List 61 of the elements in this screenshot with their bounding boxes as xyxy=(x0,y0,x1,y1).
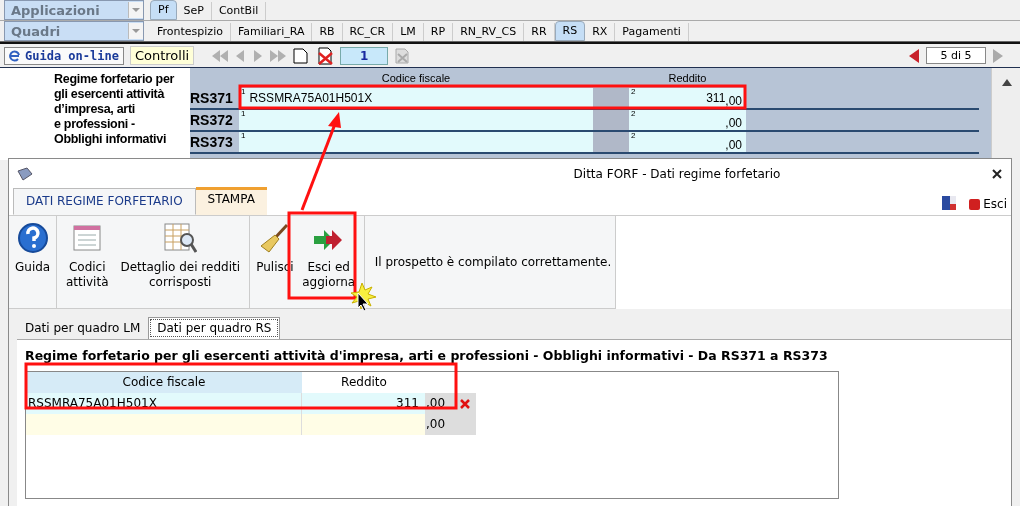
tab[interactable]: Dati per quadro RS xyxy=(148,317,281,339)
row-code: RS372 xyxy=(190,111,234,130)
page-number-field[interactable]: 1 xyxy=(340,46,389,65)
tab[interactable]: RC_CR xyxy=(342,23,394,41)
tab[interactable]: SeP xyxy=(176,2,212,20)
tab[interactable]: Pf xyxy=(150,0,177,20)
field-spacer xyxy=(593,110,629,130)
section-title: Regime forfetario per gli esercenti attività d'impresa, arti e professioni - Obblighi informativi - Da RS371 a RS373 xyxy=(25,348,829,363)
column-header: Codice fiscale xyxy=(380,72,452,84)
next-arrow-icon[interactable] xyxy=(992,47,1004,64)
tab[interactable]: Frontespizio xyxy=(150,23,231,41)
tab[interactable]: LM xyxy=(393,23,424,41)
delete-icon[interactable] xyxy=(460,398,470,409)
status-message: Il prospetto è compilato correttamente. xyxy=(374,255,612,269)
form-section-title: Regime forfetario per gli esercenti attività d’impresa, arti e professioni - Obblighi informativi xyxy=(0,68,190,160)
page-counter: 5 di 5 xyxy=(926,47,986,64)
browser-icon xyxy=(9,49,21,62)
tab[interactable]: RB xyxy=(312,23,343,41)
ribbon-button[interactable]: Guida xyxy=(12,216,54,308)
help-icon xyxy=(16,222,49,254)
tab[interactable]: RN_RV_CS xyxy=(453,23,525,41)
ribbon-button[interactable]: Dettaglio dei redditi corrisposti xyxy=(114,216,247,308)
ribbon-tab[interactable]: STAMPA xyxy=(195,187,267,215)
app-icon xyxy=(17,167,33,181)
navigation-arrows-icon[interactable] xyxy=(210,47,311,64)
close-icon[interactable] xyxy=(991,168,1003,180)
broom-icon xyxy=(258,222,291,254)
row-code: RS373 xyxy=(190,133,234,152)
row-code: RS371 xyxy=(190,89,234,108)
window-title: Ditta FORF - Dati regime forfetario xyxy=(572,167,782,181)
decimals-cell: ,00 xyxy=(426,414,454,435)
column-header: Reddito xyxy=(667,72,708,84)
ribbon-button[interactable]: Codici attività xyxy=(60,216,115,308)
delete-page-icon[interactable] xyxy=(316,46,335,65)
disabled-page-icon xyxy=(394,47,411,64)
tab[interactable]: Pagamenti xyxy=(615,23,689,41)
tab[interactable]: RX xyxy=(585,23,616,41)
tab[interactable]: Dati per quadro LM xyxy=(17,318,149,339)
codice-fiscale-field[interactable]: $^{1}$ RSSMRA75A01H501X xyxy=(239,88,593,108)
column-header: Codice fiscale xyxy=(26,372,302,393)
codice-fiscale-field[interactable]: 1 xyxy=(239,110,593,130)
previous-arrow-icon[interactable] xyxy=(908,47,920,64)
list-form-icon xyxy=(71,222,104,254)
flag-icon[interactable] xyxy=(941,195,958,211)
tab[interactable]: ContBil xyxy=(211,2,267,20)
table-cell[interactable] xyxy=(302,414,426,435)
tab[interactable]: RR xyxy=(524,23,555,41)
tab[interactable]: RS xyxy=(554,21,586,41)
field-spacer xyxy=(593,132,629,152)
tab[interactable]: RP xyxy=(423,23,454,41)
ribbon-tab[interactable]: DATI REGIME FORFETARIO xyxy=(13,188,196,215)
delete-cell[interactable] xyxy=(454,393,476,414)
tab[interactable]: Familiari_RA xyxy=(230,23,313,41)
ribbon-button[interactable]: Esci ed aggiorna xyxy=(296,216,361,308)
exit-button[interactable]: Esci xyxy=(969,197,1007,211)
table-search-icon xyxy=(163,222,198,254)
codice-fiscale-field[interactable]: 1 xyxy=(239,132,593,152)
table-cell[interactable] xyxy=(26,414,302,435)
help-link-button[interactable]: Guida on-line xyxy=(4,46,124,65)
controls-button[interactable]: Controlli xyxy=(129,46,195,65)
field-spacer xyxy=(593,88,629,108)
